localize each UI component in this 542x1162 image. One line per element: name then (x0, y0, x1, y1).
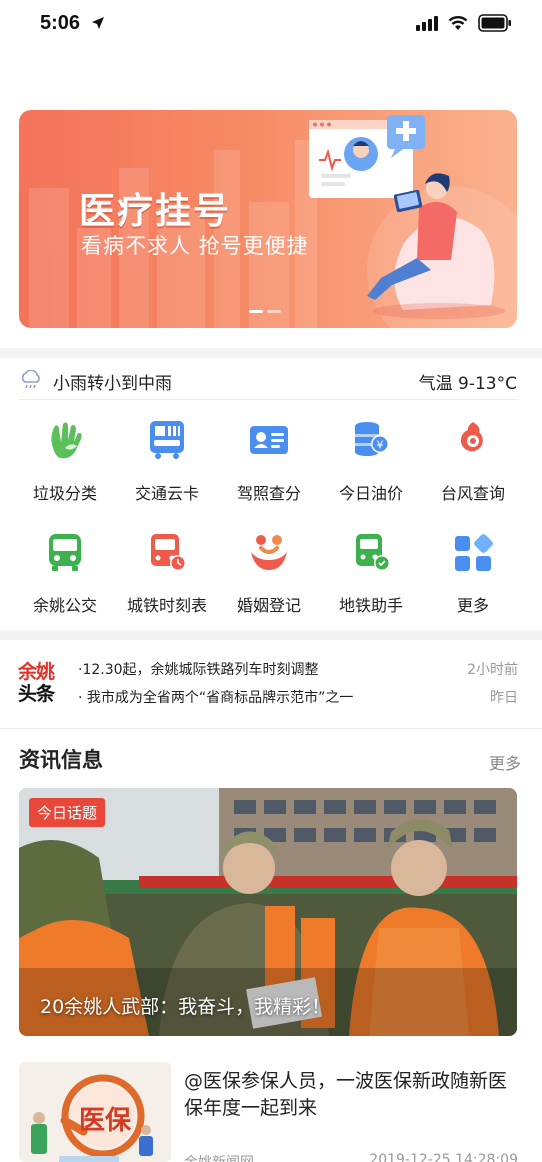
service-label: 余姚公交 (32, 596, 97, 615)
status-time: 5:06 (40, 12, 81, 34)
svg-text:¥: ¥ (377, 439, 384, 452)
promo-banner[interactable]: 医疗挂号 看病不求人 抢号更便捷 (19, 110, 517, 328)
metro-icon (356, 534, 390, 571)
oil-price-icon: ¥ (355, 422, 389, 456)
service-label: 驾照查分 (236, 484, 301, 503)
article-title: @医保参保人员，一波医保新政随新医保年度一起到来 (184, 1070, 508, 1119)
service-train-schedule[interactable]: 城铁时刻表 (116, 530, 218, 626)
more-grid-icon (455, 534, 493, 571)
service-oil-price[interactable]: ¥ 今日油价 (320, 418, 422, 514)
section-title: 资讯信息 (19, 748, 103, 772)
featured-news-card[interactable]: 今日话题 20余姚人武部：我奋斗，我精彩！ (19, 788, 517, 1036)
cloud-rain-icon (21, 370, 40, 389)
service-label: 婚姻登记 (236, 596, 301, 615)
bus-card-icon (150, 421, 184, 459)
weather-description: 小雨转小到中雨 (53, 374, 172, 394)
train-schedule-icon (151, 534, 186, 571)
hand-leaf-icon (51, 422, 82, 459)
service-label: 垃圾分类 (32, 484, 97, 503)
divider (0, 728, 542, 729)
weather-bar[interactable]: 小雨转小到中雨 气温 9-13°C (19, 364, 519, 400)
topic-tag: 今日话题 (29, 798, 106, 827)
service-marriage-registration[interactable]: 婚姻登记 (218, 530, 320, 626)
article-thumbnail: 医保 (19, 1062, 171, 1162)
service-license-points[interactable]: 驾照查分 (218, 418, 320, 514)
ticker-time: 2小时前 (467, 662, 518, 678)
service-typhoon[interactable]: 台风查询 (422, 418, 524, 514)
service-label: 地铁助手 (338, 596, 403, 615)
service-metro-helper[interactable]: 地铁助手 (320, 530, 422, 626)
ticker-item[interactable]: ·12.30起，余姚城际铁路列车时刻调整 2小时前 (78, 657, 518, 681)
news-list-item[interactable]: 医保 @医保参保人员，一波医保新政随新医保年度一起到来 余姚新闻网 2019-1… (19, 1062, 521, 1162)
banner-subtitle: 看病不求人 抢号更便捷 (81, 234, 309, 258)
service-label: 城铁时刻表 (126, 596, 207, 615)
typhoon-icon (460, 422, 483, 452)
featured-caption: 20余姚人武部：我奋斗，我精彩！ (40, 996, 331, 1018)
weather-temperature: 气温 9-13°C (418, 374, 517, 394)
marriage-icon (251, 535, 287, 570)
article-date: 2019-12-25 14:28:09 (369, 1152, 518, 1162)
news-section-header: 资讯信息 更多 (19, 744, 521, 776)
bus-icon (49, 534, 81, 571)
article-source: 余姚新闻网 (184, 1152, 254, 1162)
service-label: 更多 (456, 596, 489, 615)
service-label: 交通云卡 (134, 484, 199, 503)
headline-ticker[interactable]: 余姚 头条 ·12.30起，余姚城际铁路列车时刻调整 2小时前 · 我市成为全省… (0, 645, 542, 725)
banner-pagination[interactable] (249, 310, 281, 313)
battery-icon (478, 14, 511, 32)
service-label: 今日油价 (338, 484, 403, 503)
wifi-icon (448, 16, 468, 30)
service-more[interactable]: 更多 (422, 530, 524, 626)
ticker-item[interactable]: · 我市成为全省两个“省商标品牌示范市”之一 昨日 (78, 685, 518, 709)
banner-dot-active[interactable] (249, 310, 263, 313)
status-bar: 5:06 (0, 0, 542, 48)
status-icons (416, 14, 512, 32)
location-arrow-icon (92, 17, 104, 29)
ticker-headline: · 我市成为全省两个“省商标品牌示范市”之一 (78, 690, 354, 706)
banner-title: 医疗挂号 (79, 191, 232, 232)
yuyao-headlines-logo: 余姚 头条 (18, 661, 55, 705)
banner-dot[interactable] (267, 310, 281, 313)
section-divider (0, 348, 542, 358)
signal-icon (416, 16, 438, 31)
ticker-time: 昨日 (490, 690, 518, 706)
more-link[interactable]: 更多 (489, 750, 521, 774)
service-yuyao-bus[interactable]: 余姚公交 (14, 530, 116, 626)
service-transit-card[interactable]: 交通云卡 (116, 418, 218, 514)
service-label: 台风查询 (440, 484, 505, 503)
section-divider (0, 630, 542, 640)
ticker-headline: ·12.30起，余姚城际铁路列车时刻调整 (78, 662, 319, 678)
license-card-icon (250, 426, 288, 454)
service-garbage-sorting[interactable]: 垃圾分类 (14, 418, 116, 514)
thumbnail-label: 医保 (79, 1106, 132, 1136)
